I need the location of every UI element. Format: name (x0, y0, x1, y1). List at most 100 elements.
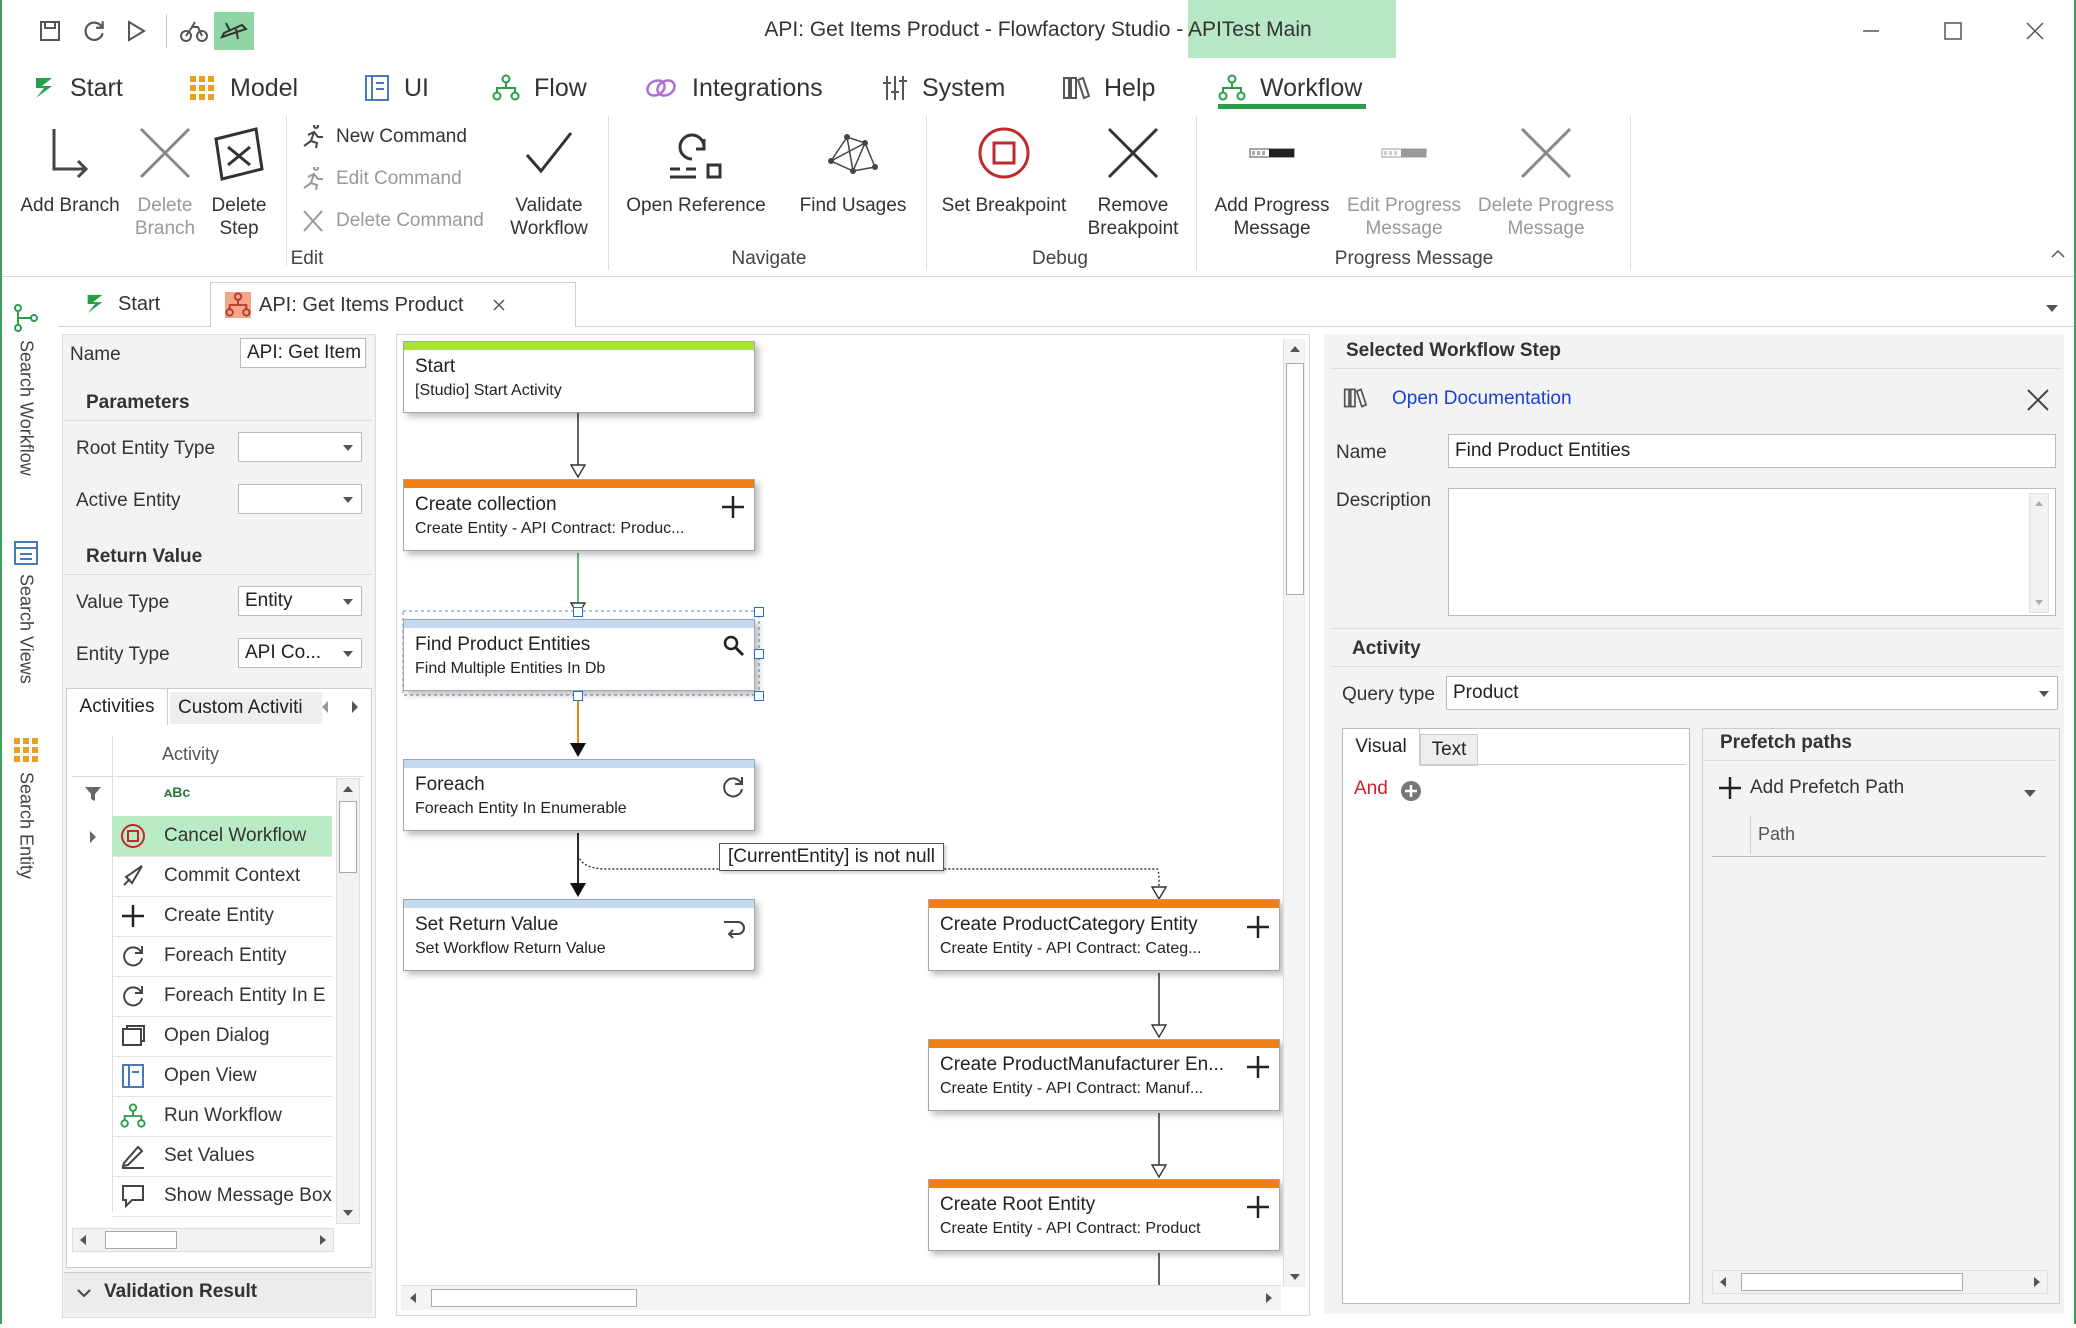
query-builder[interactable] (1342, 728, 1690, 1304)
filter-text-icon[interactable]: ᴀBc (164, 784, 190, 800)
canvas-hscroll[interactable] (401, 1285, 1281, 1310)
workflow-node-create-productcategory[interactable]: Create ProductCategory Entity Create Ent… (928, 899, 1280, 971)
delete-branch-button[interactable]: Delete Branch (128, 120, 202, 240)
plus-icon (722, 496, 744, 518)
search-workflow-tab[interactable]: Search Workflow (6, 304, 46, 476)
name-field[interactable]: API: Get Item (240, 338, 366, 368)
filter-icon[interactable] (84, 786, 102, 807)
tab-text[interactable]: Text (1420, 734, 1478, 766)
set-breakpoint-button[interactable]: Set Breakpoint (934, 120, 1074, 217)
delete-progress-message-button[interactable]: Delete Progress Message (1472, 120, 1620, 240)
list-item[interactable]: Foreach Entity (112, 936, 332, 977)
delete-step-button[interactable]: Delete Step (206, 120, 272, 240)
and-operator[interactable]: And (1354, 778, 1388, 800)
add-branch-button[interactable]: Add Branch (16, 120, 124, 217)
selection-handle[interactable] (754, 607, 764, 617)
description-scrollbar[interactable] (2029, 493, 2049, 613)
value-type-select[interactable]: Entity (238, 586, 362, 616)
search-entity-tab[interactable]: Search Entity (6, 736, 46, 879)
new-command-button[interactable]: New Command (300, 122, 467, 152)
add-prefetch-path-button[interactable]: Add Prefetch Path (1718, 776, 1904, 800)
canvas-vscroll[interactable] (1283, 339, 1306, 1287)
ui-icon (14, 541, 38, 565)
find-usages-button[interactable]: Find Usages (788, 120, 918, 217)
close-tab-icon[interactable] (492, 298, 506, 312)
tab-visual[interactable]: Visual (1343, 729, 1420, 765)
list-item[interactable]: Commit Context (112, 856, 332, 897)
chevron-down-icon[interactable] (2024, 790, 2036, 798)
workflow-node-set-return-value[interactable]: Set Return Value Set Workflow Return Val… (403, 899, 755, 971)
validate-workflow-button[interactable]: Validate Workflow (500, 120, 598, 240)
selection-handle[interactable] (754, 691, 764, 701)
menu-label: Model (230, 73, 299, 102)
delete-command-button[interactable]: Delete Command (300, 206, 484, 236)
search-views-tab[interactable]: Search Views (6, 540, 46, 684)
list-item[interactable]: Cancel Workflow (112, 816, 332, 857)
entity-type-label: Entity Type (76, 644, 170, 665)
add-progress-message-button[interactable]: Add Progress Message (1208, 120, 1336, 240)
entity-type-select[interactable]: API Co... (238, 638, 362, 668)
menu-tab-ui[interactable]: UI (364, 68, 429, 108)
tab-custom-activities[interactable]: Custom Activiti (170, 692, 322, 724)
open-documentation-link[interactable]: Open Documentation (1392, 388, 1572, 410)
doc-tab-api-get-items[interactable]: API: Get Items Product (210, 282, 576, 327)
tab-activities[interactable]: Activities (66, 688, 168, 725)
scroll-right-icon[interactable] (350, 700, 360, 719)
close-icon[interactable] (2000, 8, 2070, 54)
collapse-ribbon-icon[interactable] (2050, 246, 2066, 264)
list-item[interactable]: Create Entity (112, 896, 332, 937)
expand-row-icon[interactable] (88, 830, 98, 849)
selection-handle[interactable] (573, 691, 583, 701)
menu-tab-workflow[interactable]: Workflow (1218, 68, 1362, 108)
root-entity-type-select[interactable] (238, 432, 362, 462)
scroll-left-icon[interactable] (320, 700, 330, 719)
return-icon (724, 921, 745, 939)
workflow-node-create-collection[interactable]: Create collection Create Entity - API Co… (403, 479, 755, 551)
menu-tab-flow[interactable]: Flow (492, 68, 587, 108)
list-item[interactable]: Open Dialog (112, 1016, 332, 1057)
workflow-node-find-product-entities[interactable]: Find Product Entities Find Multiple Enti… (403, 619, 755, 691)
condition-label[interactable]: [CurrentEntity] is not null (719, 843, 944, 871)
node-color-bar (404, 760, 754, 768)
menu-tab-model[interactable]: Model (188, 68, 298, 108)
menu-tab-start[interactable]: Start (32, 68, 123, 108)
description-field[interactable] (1448, 488, 2056, 616)
close-icon[interactable] (2026, 388, 2050, 412)
list-item[interactable]: Run Workflow (112, 1096, 332, 1137)
plus-icon (122, 905, 144, 927)
help-books-icon (1343, 388, 1368, 408)
connector-category-manufacturer (1150, 973, 1168, 1039)
minimize-icon[interactable] (1836, 8, 1906, 54)
list-item[interactable]: Open View (112, 1056, 332, 1097)
maximize-icon[interactable] (1918, 8, 1988, 54)
tab-dropdown-icon[interactable] (2046, 300, 2058, 318)
menu-tab-help[interactable]: Help (1062, 68, 1155, 108)
workflow-node-create-productmanufacturer[interactable]: Create ProductManufacturer En... Create … (928, 1039, 1280, 1111)
list-item[interactable]: Foreach Entity In E (112, 976, 332, 1017)
list-item[interactable]: Show Message Box (112, 1176, 332, 1217)
edit-progress-message-button[interactable]: Edit Progress Message (1340, 120, 1468, 240)
list-item[interactable]: Set Values (112, 1136, 332, 1177)
menu-tab-system[interactable]: System (882, 68, 1005, 108)
remove-breakpoint-button[interactable]: Remove Breakpoint (1080, 120, 1186, 240)
query-type-select[interactable]: Product (1446, 676, 2058, 710)
workflow-node-start[interactable]: Start [Studio] Start Activity (403, 341, 755, 413)
prefetch-hscroll[interactable] (1712, 1270, 2048, 1294)
workflow-node-foreach[interactable]: Foreach Foreach Entity In Enumerable (403, 759, 755, 831)
add-condition-icon[interactable] (1400, 780, 1422, 802)
toolbox-vscroll[interactable] (336, 778, 360, 1224)
node-color-bar (404, 900, 754, 908)
document-tabs: Start API: Get Items Product (58, 282, 2074, 327)
workflow-canvas[interactable]: Start [Studio] Start Activity Create col… (396, 334, 1310, 1316)
menu-tab-integrations[interactable]: Integrations (644, 68, 823, 108)
workflow-node-create-root-entity[interactable]: Create Root Entity Create Entity - API C… (928, 1179, 1280, 1251)
step-name-field[interactable]: Find Product Entities (1448, 434, 2056, 468)
validation-result-panel[interactable]: Validation Result (64, 1272, 372, 1313)
selection-handle[interactable] (754, 649, 764, 659)
selection-handle[interactable] (573, 607, 583, 617)
open-reference-button[interactable]: Open Reference (620, 120, 772, 217)
active-entity-select[interactable] (238, 484, 362, 514)
prefetch-header: Prefetch paths (1720, 732, 1852, 753)
edit-command-button[interactable]: Edit Command (300, 164, 462, 194)
toolbox-hscroll[interactable] (72, 1228, 334, 1252)
